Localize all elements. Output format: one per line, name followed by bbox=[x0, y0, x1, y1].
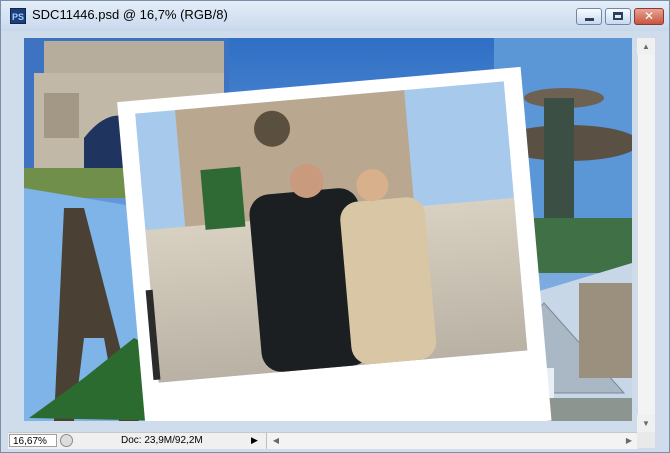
title-bar[interactable]: PS SDC11446.psd @ 16,7% (RGB/8) ✕ bbox=[1, 1, 669, 31]
minimize-button[interactable] bbox=[576, 8, 602, 25]
scroll-down-icon[interactable]: ▼ bbox=[637, 415, 655, 432]
image-canvas[interactable] bbox=[24, 38, 632, 421]
maximize-icon bbox=[613, 12, 623, 20]
maximize-button[interactable] bbox=[605, 8, 631, 25]
status-info-icon[interactable] bbox=[60, 434, 73, 447]
close-button[interactable]: ✕ bbox=[634, 8, 664, 25]
photoshop-document-icon[interactable]: PS bbox=[10, 8, 26, 24]
document-window: PS SDC11446.psd @ 16,7% (RGB/8) ✕ ▲ ▼ 16… bbox=[0, 0, 670, 453]
minimize-icon bbox=[585, 18, 594, 21]
vertical-scroll-track[interactable] bbox=[637, 55, 655, 415]
paris-collage-image bbox=[24, 38, 632, 421]
zoom-level-field[interactable]: 16,67% bbox=[9, 434, 57, 447]
vertical-scrollbar[interactable]: ▲ ▼ bbox=[637, 38, 655, 432]
status-bar: 16,67% Doc: 23,9M/92,2M ▶ ◀ ▶ bbox=[8, 432, 638, 449]
scroll-right-icon[interactable]: ▶ bbox=[620, 433, 638, 449]
scroll-left-icon[interactable]: ◀ bbox=[267, 433, 285, 449]
close-icon: ✕ bbox=[643, 9, 655, 23]
resize-grip[interactable] bbox=[637, 432, 655, 448]
document-size-info: Doc: 23,9M/92,2M bbox=[121, 435, 203, 446]
horizontal-scrollbar[interactable]: ◀ ▶ bbox=[266, 433, 638, 449]
scroll-up-icon[interactable]: ▲ bbox=[637, 38, 655, 55]
status-menu-arrow-icon[interactable]: ▶ bbox=[251, 434, 260, 447]
polaroid-photo bbox=[117, 66, 552, 421]
window-title: SDC11446.psd @ 16,7% (RGB/8) bbox=[32, 7, 228, 22]
